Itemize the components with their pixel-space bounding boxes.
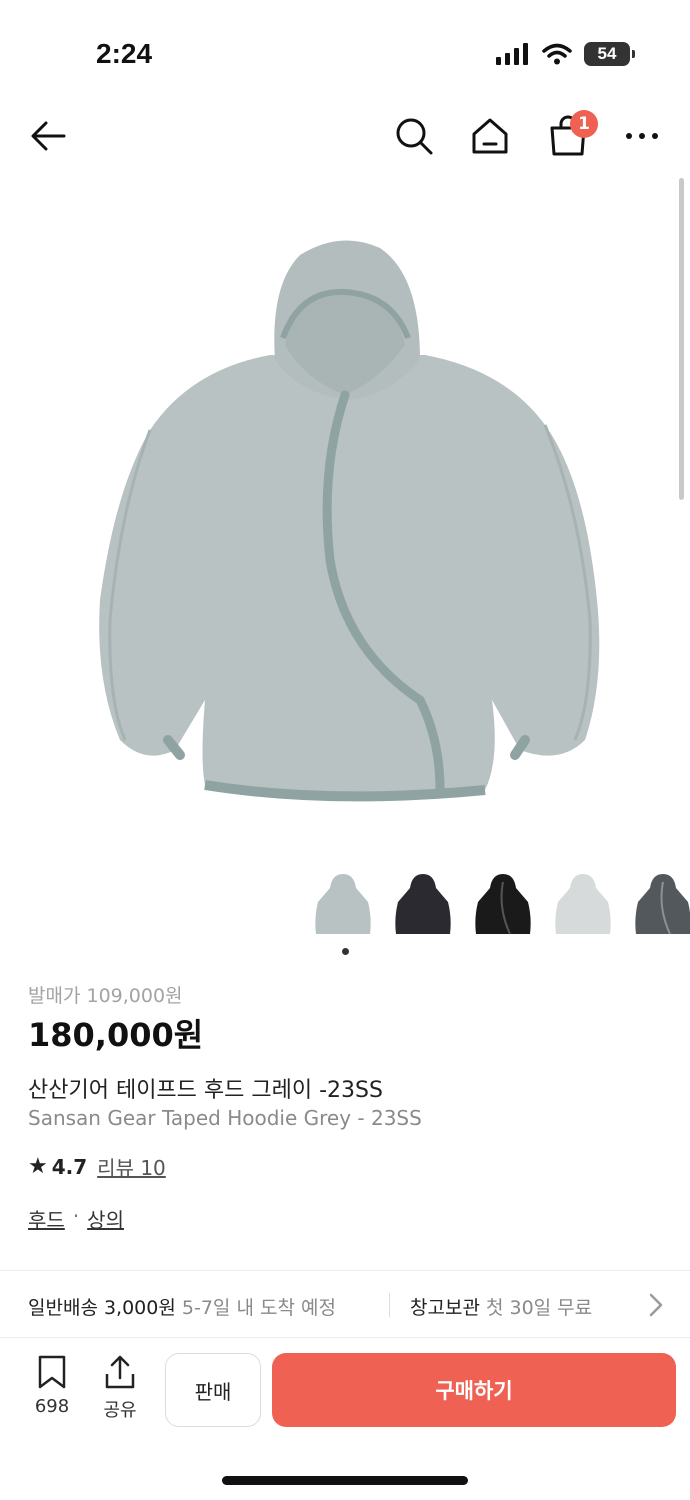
price: 180,000원 xyxy=(28,1016,204,1054)
release-price: 발매가 109,000원 xyxy=(28,985,183,1007)
category-link-hood[interactable]: 후드 xyxy=(28,1204,65,1233)
signal-icon xyxy=(496,43,528,65)
category-separator: · xyxy=(72,1204,80,1228)
thumbnail-grey[interactable] xyxy=(312,868,374,940)
cart-badge: 1 xyxy=(570,110,598,138)
shipping-general-eta: 5-7일 내 도착 예정 xyxy=(181,1297,336,1319)
thumbnail-black-taped[interactable] xyxy=(472,868,534,940)
star-icon: ★ xyxy=(28,1154,48,1179)
shipping-storage-label: 창고보관 xyxy=(410,1297,480,1319)
shipping-storage-note: 첫 30일 무료 xyxy=(485,1297,593,1319)
bookmark-icon xyxy=(38,1355,66,1389)
chevron-right-icon[interactable] xyxy=(646,1291,666,1319)
action-bar: 698 공유 판매 구매하기 xyxy=(0,1340,690,1440)
battery-icon: 54 xyxy=(584,42,635,66)
wifi-icon xyxy=(542,43,572,65)
rating-score: 4.7 xyxy=(51,1154,88,1179)
home-indicator xyxy=(222,1476,468,1485)
back-arrow-icon[interactable] xyxy=(26,114,70,158)
breadcrumb: 후드 · 상의 xyxy=(28,1204,124,1233)
home-icon[interactable] xyxy=(468,114,512,158)
bookmark-button[interactable]: 698 xyxy=(26,1354,78,1417)
buy-button[interactable]: 구매하기 xyxy=(272,1353,676,1427)
status-bar: 2:24 54 xyxy=(0,0,690,100)
shipping-row[interactable]: 일반배송 3,000원 5-7일 내 도착 예정 창고보관 첫 30일 무료 xyxy=(0,1271,690,1337)
review-link[interactable]: 리뷰 10 xyxy=(97,1152,166,1181)
sell-button[interactable]: 판매 xyxy=(165,1353,261,1427)
shipping-separator xyxy=(389,1293,390,1317)
share-icon xyxy=(105,1355,135,1389)
category-link-top[interactable]: 상의 xyxy=(87,1204,124,1233)
bookmark-count: 698 xyxy=(34,1396,70,1417)
status-icons: 54 xyxy=(496,42,635,66)
search-icon[interactable] xyxy=(392,114,436,158)
product-name-ko: 산산기어 테이프드 후드 그레이 -23SS xyxy=(28,1078,383,1103)
shipping-general-label: 일반배송 3,000원 xyxy=(28,1297,176,1319)
thumbnail-row xyxy=(312,868,690,940)
more-icon[interactable] xyxy=(620,114,664,158)
product-image[interactable] xyxy=(0,180,690,860)
shipping-storage: 창고보관 첫 30일 무료 xyxy=(410,1293,592,1320)
divider xyxy=(0,1337,690,1338)
thumbnail-charcoal[interactable] xyxy=(632,868,690,940)
share-label: 공유 xyxy=(103,1400,137,1421)
share-button[interactable]: 공유 xyxy=(96,1354,144,1422)
thumbnail-light-grey[interactable] xyxy=(552,868,614,940)
status-time: 2:24 xyxy=(96,38,153,69)
thumbnail-black-navy[interactable] xyxy=(392,868,454,940)
image-pager-dot xyxy=(342,948,349,955)
product-name-en: Sansan Gear Taped Hoodie Grey - 23SS xyxy=(28,1106,422,1130)
rating: ★ 4.7 리뷰 10 xyxy=(28,1152,166,1181)
shipping-general: 일반배송 3,000원 5-7일 내 도착 예정 xyxy=(28,1293,336,1320)
